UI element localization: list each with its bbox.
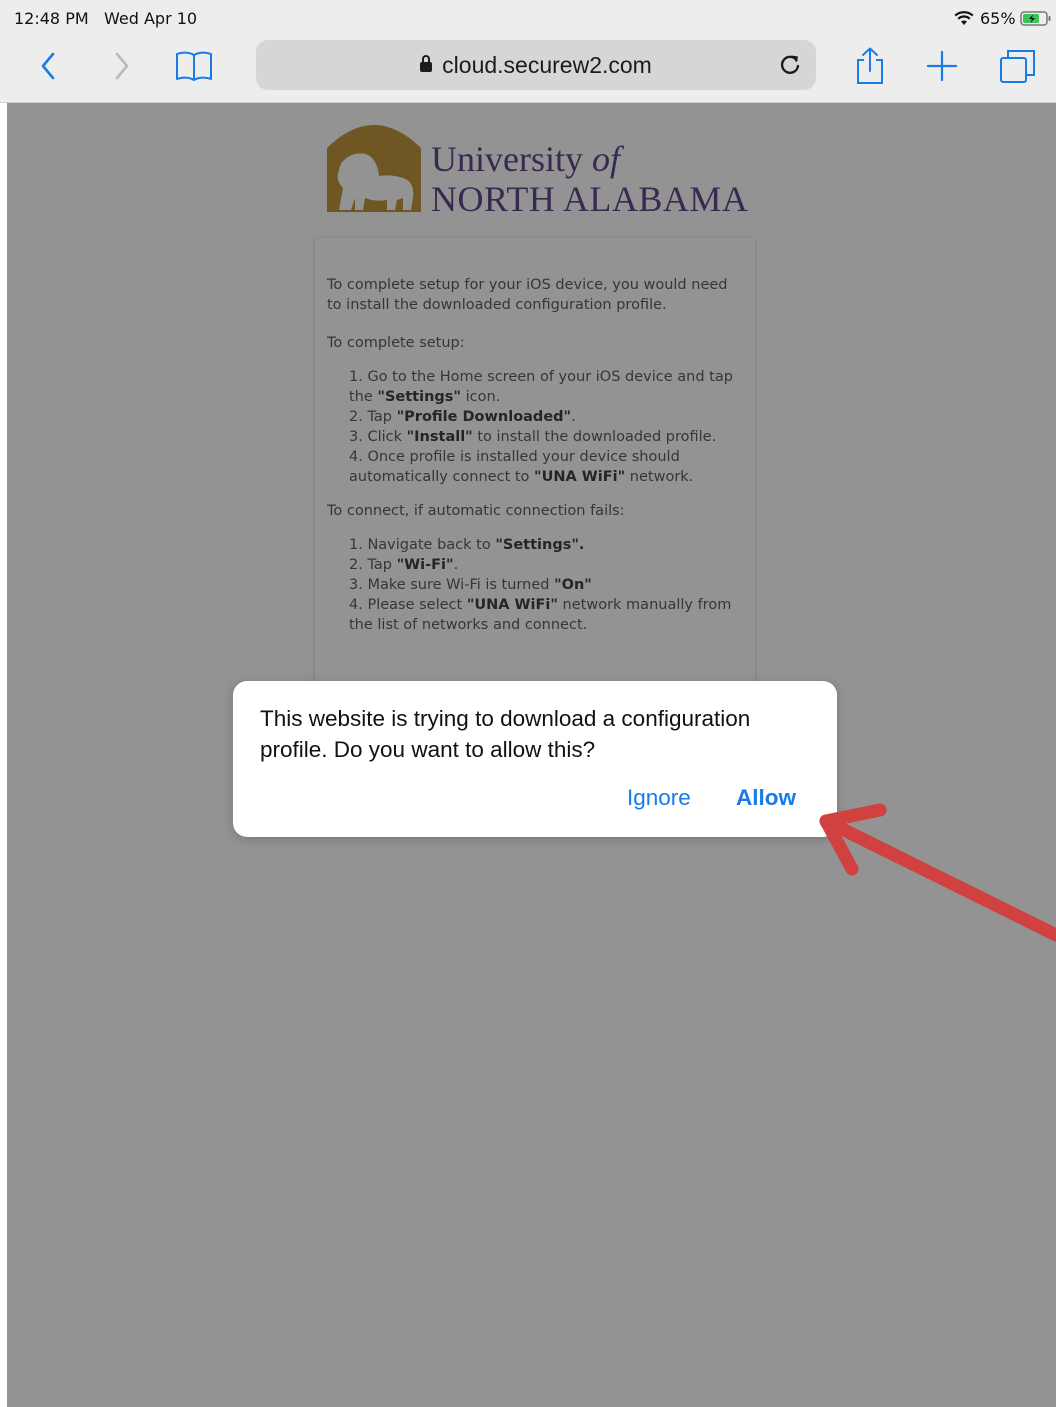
status-time: 12:48 PM [14, 9, 89, 28]
alert-message: This website is trying to download a con… [260, 706, 751, 762]
tabs-icon [1000, 50, 1035, 83]
allow-button[interactable]: Allow [736, 785, 796, 811]
tabs-button[interactable] [996, 46, 1040, 86]
browser-toolbar: cloud.securew2.com [0, 34, 1056, 103]
plus-icon [926, 50, 958, 82]
lock-icon [420, 55, 433, 72]
status-date: Wed Apr 10 [104, 9, 198, 28]
status-bar: 12:48 PM Wed Apr 10 65% [0, 0, 1056, 34]
share-button[interactable] [850, 44, 890, 88]
chevron-left-icon [41, 52, 55, 80]
reload-button[interactable] [774, 49, 806, 81]
share-icon [857, 47, 883, 84]
battery-percent: 65% [980, 9, 1016, 28]
config-profile-alert: This website is trying to download a con… [233, 681, 837, 837]
chevron-right-icon [115, 52, 129, 80]
forward-button[interactable] [104, 48, 140, 84]
book-icon [176, 51, 212, 81]
reload-icon [780, 55, 800, 74]
back-button[interactable] [30, 48, 66, 84]
bookmarks-button[interactable] [172, 46, 216, 86]
battery-icon [1020, 11, 1051, 26]
address-bar[interactable]: cloud.securew2.com [256, 40, 816, 90]
ignore-button[interactable]: Ignore [627, 785, 691, 811]
wifi-icon [954, 11, 974, 25]
new-tab-button[interactable] [922, 46, 962, 86]
url-text: cloud.securew2.com [442, 52, 652, 78]
